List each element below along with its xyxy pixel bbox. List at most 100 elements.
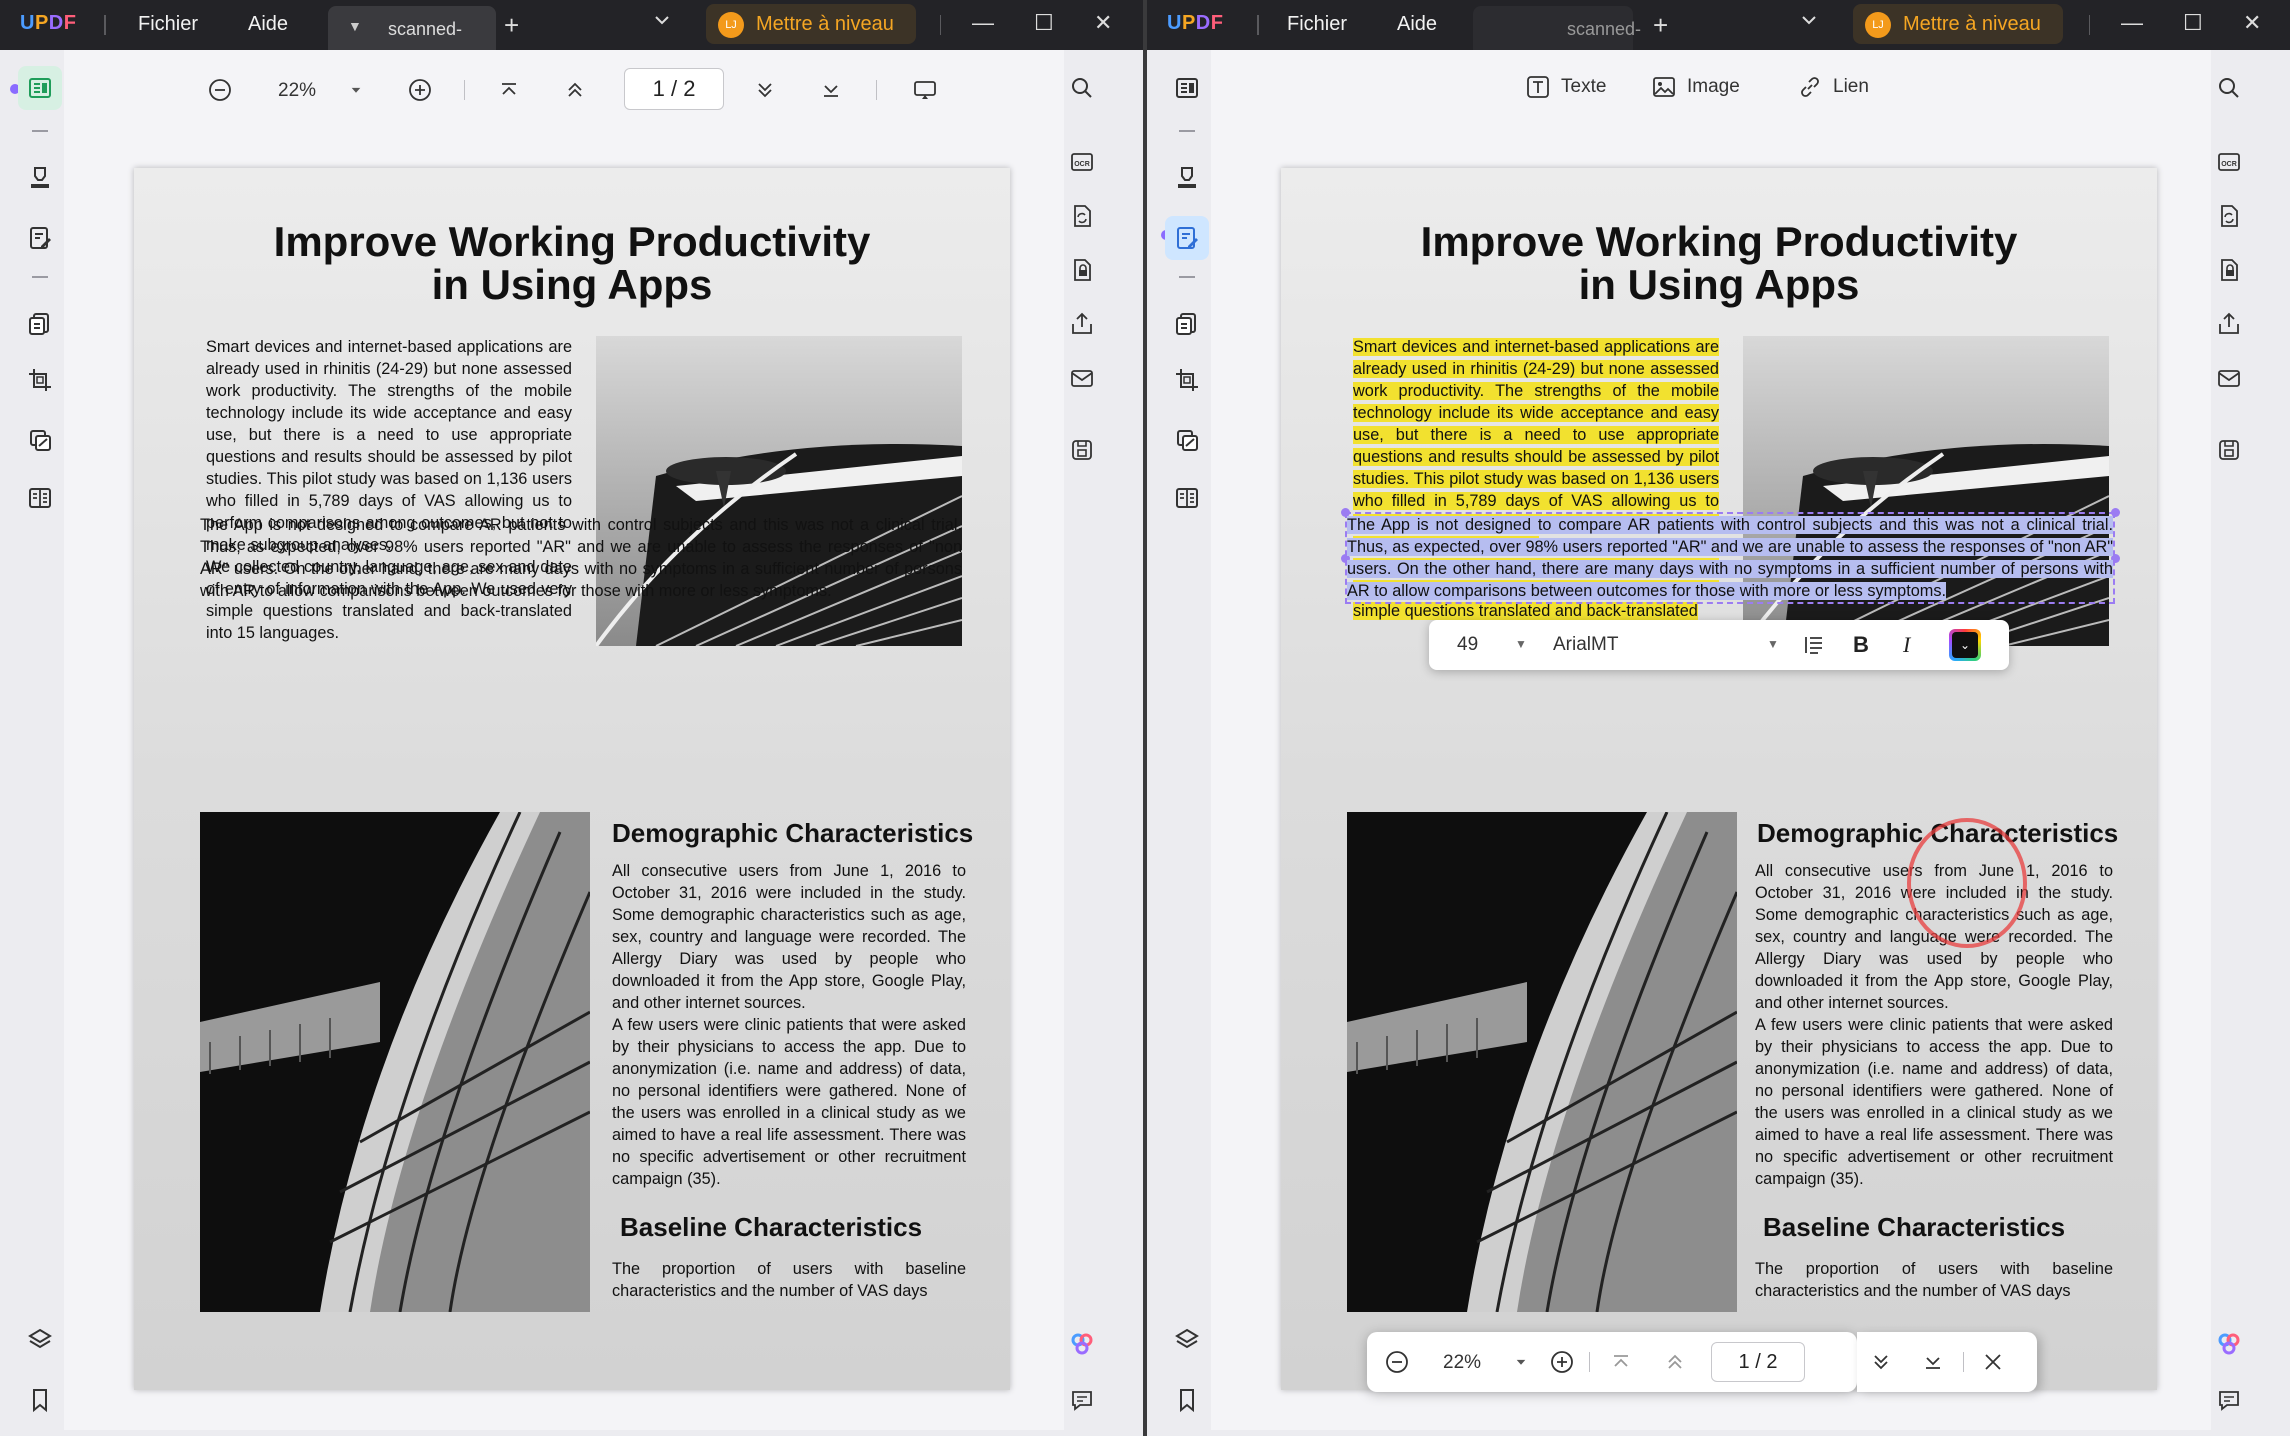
edit-pdf-icon[interactable] — [18, 216, 62, 260]
highlighter-icon[interactable] — [1165, 156, 1209, 200]
form-icon[interactable] — [18, 476, 62, 520]
updf-logo: UPDF — [20, 12, 77, 34]
close-button[interactable]: ✕ — [2243, 10, 2261, 36]
zoom-dropdown-icon[interactable] — [1513, 1346, 1529, 1378]
menu-help[interactable]: Aide — [248, 13, 288, 36]
share-icon[interactable] — [1060, 302, 1104, 346]
maximize-button[interactable]: ☐ — [1034, 10, 1054, 36]
convert-icon[interactable] — [2207, 194, 2251, 238]
previous-page-icon[interactable] — [560, 74, 590, 106]
first-page-icon[interactable] — [1607, 1346, 1635, 1378]
add-image-button[interactable]: Image — [1651, 74, 1740, 100]
zoom-in-icon[interactable] — [1547, 1346, 1577, 1378]
upgrade-button[interactable]: LJ Mettre à niveau — [1853, 4, 2063, 44]
search-icon[interactable] — [1060, 66, 1104, 110]
layers-icon[interactable] — [1165, 1318, 1209, 1362]
comments-icon[interactable] — [2207, 1378, 2251, 1422]
protect-file-icon[interactable] — [1060, 248, 1104, 292]
convert-icon[interactable] — [1060, 194, 1104, 238]
menu-file[interactable]: Fichier — [138, 13, 198, 36]
click-indicator — [1907, 818, 2027, 948]
comments-icon[interactable] — [1060, 1378, 1104, 1422]
share-icon[interactable] — [2207, 302, 2251, 346]
font-name-value[interactable]: ArialMT — [1553, 634, 1618, 656]
add-link-button[interactable]: Lien — [1797, 74, 1869, 100]
next-page-icon[interactable] — [750, 74, 780, 106]
search-icon[interactable] — [2207, 66, 2251, 110]
pdf-page: Improve Working Productivity in Using Ap… — [1281, 168, 2157, 1390]
maximize-button[interactable]: ☐ — [2183, 10, 2203, 36]
align-icon[interactable] — [1803, 634, 1825, 661]
add-text-button[interactable]: Texte — [1525, 74, 1606, 100]
italic-button[interactable]: I — [1903, 632, 1910, 658]
font-name-dropdown-icon[interactable]: ▼ — [1767, 637, 1779, 651]
ocr-icon[interactable]: OCR — [1060, 140, 1104, 184]
page-number-input[interactable]: 1 / 2 — [1711, 1342, 1805, 1382]
bold-button[interactable]: B — [1853, 632, 1869, 658]
presentation-icon[interactable] — [908, 74, 942, 106]
protect-icon[interactable] — [1165, 418, 1209, 462]
title-separator — [940, 15, 941, 35]
close-button[interactable]: ✕ — [1094, 10, 1112, 36]
text-color-button[interactable]: ⌄ — [1949, 629, 1981, 661]
title-separator — [1257, 15, 1259, 35]
new-tab-button[interactable]: + — [1653, 10, 1668, 41]
document-tab[interactable]: ▼ scanned- — [328, 6, 496, 50]
rail-separator — [1179, 130, 1195, 132]
protect-file-icon[interactable] — [2207, 248, 2251, 292]
bookmark-icon[interactable] — [18, 1378, 62, 1422]
crop-icon[interactable] — [1165, 358, 1209, 402]
minimize-button[interactable]: — — [972, 10, 994, 36]
organize-pages-icon[interactable] — [1165, 302, 1209, 346]
new-tab-button[interactable]: + — [504, 10, 519, 41]
ai-assistant-icon[interactable] — [2207, 1322, 2251, 1366]
document-tab[interactable]: scanned- — [1473, 6, 1641, 50]
ai-assistant-icon[interactable] — [1060, 1322, 1104, 1366]
next-page-icon[interactable] — [1867, 1346, 1895, 1378]
building-photo[interactable] — [1347, 812, 1737, 1312]
edit-pdf-icon[interactable] — [1165, 216, 1209, 260]
tab-arrow-icon: ▼ — [348, 18, 362, 34]
last-page-icon[interactable] — [1919, 1346, 1947, 1378]
font-size-dropdown-icon[interactable]: ▼ — [1515, 637, 1527, 651]
tabs-dropdown-icon[interactable] — [1799, 10, 1819, 36]
reader-mode-icon[interactable] — [18, 66, 62, 110]
previous-page-icon[interactable] — [1661, 1346, 1689, 1378]
zoom-out-icon[interactable] — [204, 74, 236, 106]
zoom-in-icon[interactable] — [404, 74, 436, 106]
zoom-dropdown-icon[interactable] — [346, 74, 366, 106]
tabs-dropdown-icon[interactable] — [652, 10, 672, 36]
menu-file[interactable]: Fichier — [1287, 13, 1347, 36]
protect-icon[interactable] — [18, 418, 62, 462]
last-page-icon[interactable] — [816, 74, 846, 106]
first-page-icon[interactable] — [494, 74, 524, 106]
right-toolbar: OCR — [1060, 56, 1104, 1426]
layers-icon[interactable] — [18, 1318, 62, 1362]
reader-mode-icon[interactable] — [1165, 66, 1209, 110]
paragraph-3-selected[interactable]: The App is not designed to compare AR pa… — [1347, 514, 2113, 602]
heading-baseline[interactable]: Baseline Characteristics — [1763, 1212, 2065, 1243]
selected-text: The App is not designed to compare AR pa… — [1347, 516, 2113, 600]
save-icon[interactable] — [2207, 428, 2251, 472]
organize-pages-icon[interactable] — [18, 302, 62, 346]
minimize-button[interactable]: — — [2121, 10, 2143, 36]
form-icon[interactable] — [1165, 476, 1209, 520]
save-icon[interactable] — [1060, 428, 1104, 472]
highlighter-icon[interactable] — [18, 156, 62, 200]
bookmark-icon[interactable] — [1165, 1378, 1209, 1422]
zoom-level[interactable]: 22% — [1443, 1352, 1481, 1374]
zoom-level[interactable]: 22% — [278, 80, 316, 102]
right-toolbar: OCR — [2207, 56, 2251, 1426]
email-icon[interactable] — [2207, 356, 2251, 400]
font-size-value[interactable]: 49 — [1457, 634, 1478, 656]
email-icon[interactable] — [1060, 356, 1104, 400]
page-title-line1: Improve Working Productivity — [273, 218, 871, 265]
zoom-out-icon[interactable] — [1381, 1346, 1413, 1378]
crop-icon[interactable] — [18, 358, 62, 402]
upgrade-button[interactable]: LJ Mettre à niveau — [706, 4, 916, 44]
menu-help[interactable]: Aide — [1397, 13, 1437, 36]
page-number-input[interactable]: 1 / 2 — [624, 68, 724, 110]
ocr-icon[interactable]: OCR — [2207, 140, 2251, 184]
paragraph-6[interactable]: The proportion of users with baseline ch… — [1755, 1258, 2113, 1302]
close-nav-icon[interactable] — [1979, 1346, 2007, 1378]
